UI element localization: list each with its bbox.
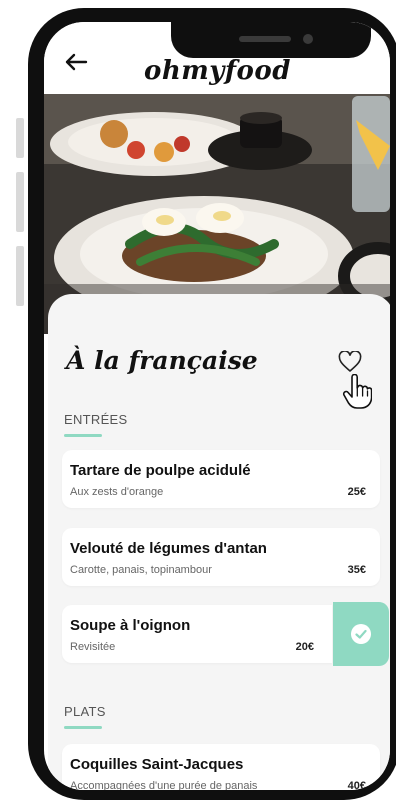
check-icon (351, 624, 371, 644)
menu-item[interactable]: Velouté de légumes d'antan Carotte, pana… (62, 528, 380, 586)
item-description: Revisitée (70, 641, 116, 653)
item-name: Soupe à l'oignon (70, 617, 191, 634)
item-description: Aux zests d'orange (70, 486, 164, 498)
hand-pointer-icon (342, 374, 372, 409)
phone-mute-switch (16, 118, 24, 158)
phone-notch (171, 22, 371, 58)
item-description: Accompagnées d'une purée de panais (70, 780, 258, 790)
item-description: Carotte, panais, topinambour (70, 564, 212, 576)
item-name: Tartare de poulpe acidulé (70, 462, 251, 479)
notch-speaker (239, 36, 291, 42)
item-name: Coquilles Saint-Jacques (70, 756, 244, 773)
app-logo: ohmyfood (144, 56, 291, 86)
menu-item-swiped[interactable]: Soupe à l'oignon Revisitée 20€ (62, 605, 332, 663)
restaurant-title: À la française (66, 346, 258, 375)
item-price: 20€ (295, 641, 314, 653)
item-price: 40€ (347, 780, 366, 790)
item-price: 25€ (347, 486, 366, 498)
add-item-confirm-button[interactable] (333, 602, 389, 666)
section-label-entrees: ENTRÉES (64, 412, 128, 427)
item-price: 35€ (347, 564, 366, 576)
heart-icon[interactable] (338, 351, 362, 373)
item-name: Velouté de légumes d'antan (70, 540, 267, 557)
menu-item[interactable]: Tartare de poulpe acidulé Aux zests d'or… (62, 450, 380, 508)
notch-camera (303, 34, 313, 44)
section-underline (64, 726, 102, 729)
menu-card: À la française ENTRÉES Tartare de poulpe… (48, 294, 390, 790)
back-arrow-icon[interactable] (64, 52, 88, 72)
phone-screen: ohmyfood À la française ENTRÉES Tartare … (44, 22, 390, 790)
section-label-plats: PLATS (64, 704, 106, 719)
section-underline (64, 434, 102, 437)
phone-volume-down (16, 246, 24, 306)
phone-volume-up (16, 172, 24, 232)
menu-item[interactable]: Coquilles Saint-Jacques Accompagnées d'u… (62, 744, 380, 790)
